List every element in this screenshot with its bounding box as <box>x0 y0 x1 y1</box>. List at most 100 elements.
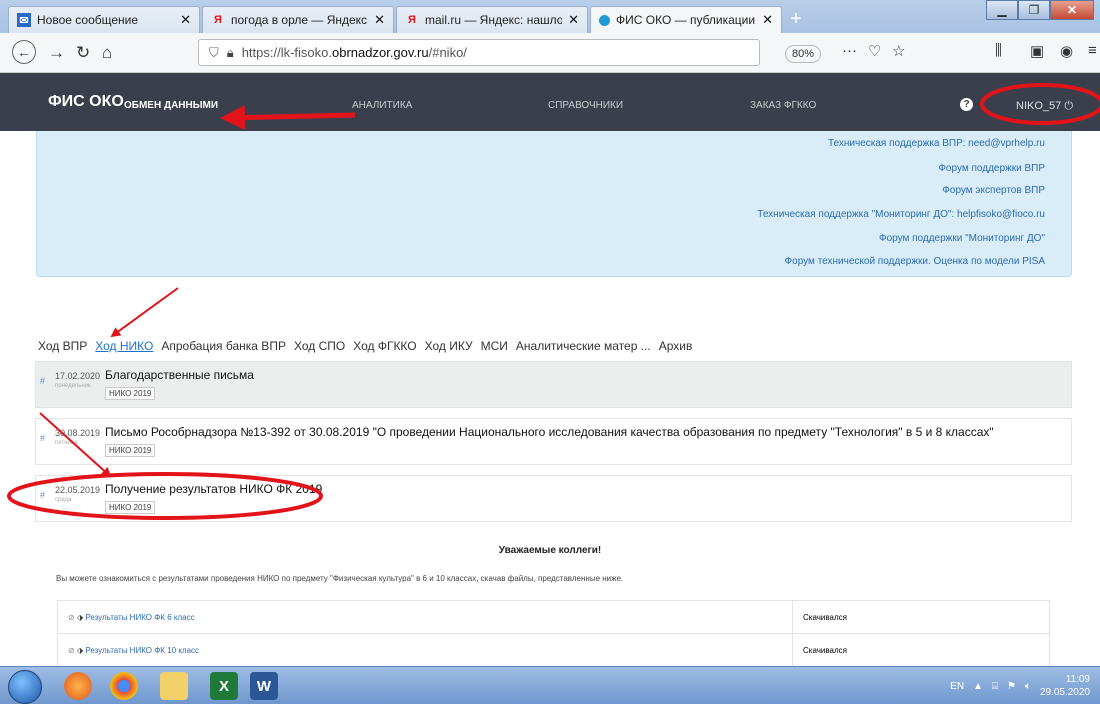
link-monitoring-support[interactable]: Техническая поддержка "Мониторинг ДО": h… <box>757 209 1045 220</box>
publication-tag[interactable]: НИКО 2019 <box>105 387 156 400</box>
site-logo[interactable]: ФИС ОКО <box>48 93 124 111</box>
tab-fgkko[interactable]: Ход ФГККО <box>353 339 416 353</box>
minimize-icon[interactable]: ▁ <box>986 0 1018 20</box>
publication-card[interactable]: # 22.05.2019 среда Получение результатов… <box>35 475 1072 522</box>
home-icon[interactable]: ⌂ <box>102 43 112 63</box>
browser-tab-mailru[interactable]: Я mail.ru — Яндекс: нашлось 12 ✕ <box>396 6 588 33</box>
firefox-icon[interactable] <box>64 672 92 700</box>
permalink-icon[interactable]: # <box>40 490 45 500</box>
tab-vpr[interactable]: Ход ВПР <box>38 339 87 353</box>
tab-archive[interactable]: Архив <box>659 339 693 353</box>
file-link[interactable]: Результаты НИКО ФК 10 класс <box>85 646 199 655</box>
chrome-icon[interactable] <box>110 672 138 700</box>
tab-close-icon[interactable]: ✕ <box>762 12 773 28</box>
link-vpr-experts-forum[interactable]: Форум экспертов ВПР <box>942 185 1045 196</box>
permalink-icon[interactable]: # <box>40 376 45 386</box>
publication-weekday: понедельник <box>55 383 91 389</box>
permalink-icon[interactable]: # <box>40 433 45 443</box>
tab-title: mail.ru — Яндекс: нашлось 12 <box>425 13 563 27</box>
reload-icon[interactable]: ↻ <box>76 43 90 63</box>
browser-tab-fisoko[interactable]: ФИС ОКО — публикации ✕ <box>590 6 782 33</box>
back-icon[interactable]: ← <box>12 40 36 64</box>
browser-tab-weather[interactable]: Я погода в орле — Яндекс: наш ✕ <box>202 6 394 33</box>
tab-close-icon[interactable]: ✕ <box>180 12 191 28</box>
yandex-icon: Я <box>408 14 416 26</box>
tab-vpr-bank[interactable]: Апробация банка ВПР <box>161 339 286 353</box>
browser-tab-new-message[interactable]: ✉ Новое сообщение ✕ <box>8 6 200 33</box>
clock[interactable]: 11:09 29.05.2020 <box>1040 673 1090 699</box>
link-vpr-forum[interactable]: Форум поддержки ВПР <box>938 163 1045 174</box>
tab-spo[interactable]: Ход СПО <box>294 339 345 353</box>
tab-title: ФИС ОКО — публикации <box>616 13 756 27</box>
zoom-level[interactable]: 80% <box>785 45 822 63</box>
language-indicator[interactable]: EN <box>950 681 964 692</box>
url-suffix: /#niko/ <box>428 45 467 60</box>
help-icon[interactable]: ? <box>960 98 973 111</box>
sidebar-icon[interactable]: ▣ <box>1030 42 1044 60</box>
taskbar: X W EN ▲ ⌸ ⚑ 🔈︎ 11:09 29.05.2020 <box>0 666 1100 704</box>
annotation-arrow <box>110 287 179 338</box>
tab-title: Новое сообщение <box>37 13 139 27</box>
library-icon[interactable]: ⫼ <box>995 42 1002 59</box>
bookmark-star-icon[interactable]: ☆ <box>892 42 905 60</box>
file-link[interactable]: Результаты НИКО ФК 6 класс <box>85 613 194 622</box>
publication-card[interactable]: # 30.08.2019 пятница Письмо Рособрнадзор… <box>35 418 1072 465</box>
new-tab-icon[interactable]: + <box>790 8 802 31</box>
publication-tabs: Ход ВПР Ход НИКО Апробация банка ВПР Ход… <box>38 339 692 353</box>
close-window-icon[interactable]: ✕ <box>1050 0 1094 20</box>
word-icon[interactable]: W <box>250 672 278 700</box>
user-account[interactable]: NIKO_57 ⏻ <box>1016 100 1073 113</box>
pocket-icon[interactable]: ♡ <box>868 42 881 60</box>
link-vpr-support[interactable]: Техническая поддержка ВПР: need@vprhelp.… <box>828 138 1045 149</box>
tray-expand-icon[interactable]: ▲ <box>973 681 983 692</box>
more-icon[interactable]: ··· <box>842 42 857 59</box>
publication-weekday: пятница <box>55 440 78 446</box>
file-status: Скачивался <box>792 600 1050 634</box>
start-button[interactable] <box>8 670 42 704</box>
account-icon[interactable]: ◉ <box>1060 42 1073 60</box>
link-pisa-forum[interactable]: Форум технической поддержки. Оценка по м… <box>785 256 1045 267</box>
attachment-icon: ⊘ <box>68 645 75 655</box>
file-explorer-icon[interactable] <box>160 672 188 700</box>
maximize-icon[interactable]: ❐ <box>1018 0 1050 20</box>
tab-close-icon[interactable]: ✕ <box>374 12 385 28</box>
nav-analytics[interactable]: АНАЛИТИКА <box>352 100 412 111</box>
fisoko-icon <box>599 14 610 26</box>
flag-icon[interactable]: ⚑ <box>1007 681 1016 692</box>
clock-date: 29.05.2020 <box>1039 687 1090 698</box>
tab-iku[interactable]: Ход ИКУ <box>425 339 473 353</box>
link-monitoring-forum[interactable]: Форум поддержки "Мониторинг ДО" <box>879 233 1045 244</box>
publication-date: 17.02.2020 <box>55 371 101 381</box>
logout-icon[interactable]: ⏻ <box>1064 100 1073 112</box>
url-bar[interactable]: ⛉ 🔒︎ https://lk-fisoko. obrnadzor.gov.ru /… <box>198 39 760 66</box>
tab-analytics[interactable]: Аналитические матер ... <box>516 339 651 353</box>
browser-tabstrip: ✉ Новое сообщение ✕ Я погода в орле — Ян… <box>0 0 1100 33</box>
excel-icon[interactable]: X <box>210 672 238 700</box>
tab-msi[interactable]: МСИ <box>481 339 508 353</box>
publication-title[interactable]: Благодарственные письма <box>105 368 254 382</box>
tab-close-icon[interactable]: ✕ <box>568 12 579 28</box>
file-cell: ⊘ ⬗ Результаты НИКО ФК 10 класс <box>57 633 793 667</box>
nav-reference[interactable]: СПРАВОЧНИКИ <box>548 100 623 111</box>
file-cell: ⊘ ⬗ Результаты НИКО ФК 6 класс <box>57 600 793 634</box>
publication-tag[interactable]: НИКО 2019 <box>105 444 156 457</box>
publication-title[interactable]: Письмо Рособрнадзора №13-392 от 30.08.20… <box>105 425 994 439</box>
support-info-panel: Техническая поддержка ВПР: need@vprhelp.… <box>36 131 1072 277</box>
menu-icon[interactable]: ≡ <box>1088 42 1097 59</box>
publication-tag[interactable]: НИКО 2019 <box>105 501 156 514</box>
publication-weekday: среда <box>55 497 72 503</box>
system-tray: EN ▲ ⌸ ⚑ 🔈︎ 11:09 29.05.2020 <box>950 673 1090 699</box>
yandex-icon: Я <box>214 14 222 26</box>
publication-title[interactable]: Получение результатов НИКО ФК 2019 <box>105 482 322 496</box>
volume-icon[interactable]: 🔈︎ <box>1025 681 1031 692</box>
files-table: ⊘ ⬗ Результаты НИКО ФК 6 класс Скачивалс… <box>57 600 1050 667</box>
shield-icon: ⛉ <box>209 44 219 60</box>
network-icon[interactable]: ⌸ <box>992 681 998 692</box>
nav-data-exchange[interactable]: ОБМЕН ДАННЫМИ <box>124 100 218 111</box>
nav-fgkko-order[interactable]: ЗАКАЗ ФГККО <box>750 100 816 111</box>
site-header: ФИС ОКО ОБМЕН ДАННЫМИ АНАЛИТИКА СПРАВОЧН… <box>0 73 1100 131</box>
publication-card[interactable]: # 17.02.2020 понедельник Благодарственны… <box>35 361 1072 408</box>
forward-icon[interactable]: → <box>48 43 65 63</box>
table-row: ⊘ ⬗ Результаты НИКО ФК 6 класс Скачивалс… <box>57 600 1050 634</box>
tab-niko[interactable]: Ход НИКО <box>95 339 153 353</box>
